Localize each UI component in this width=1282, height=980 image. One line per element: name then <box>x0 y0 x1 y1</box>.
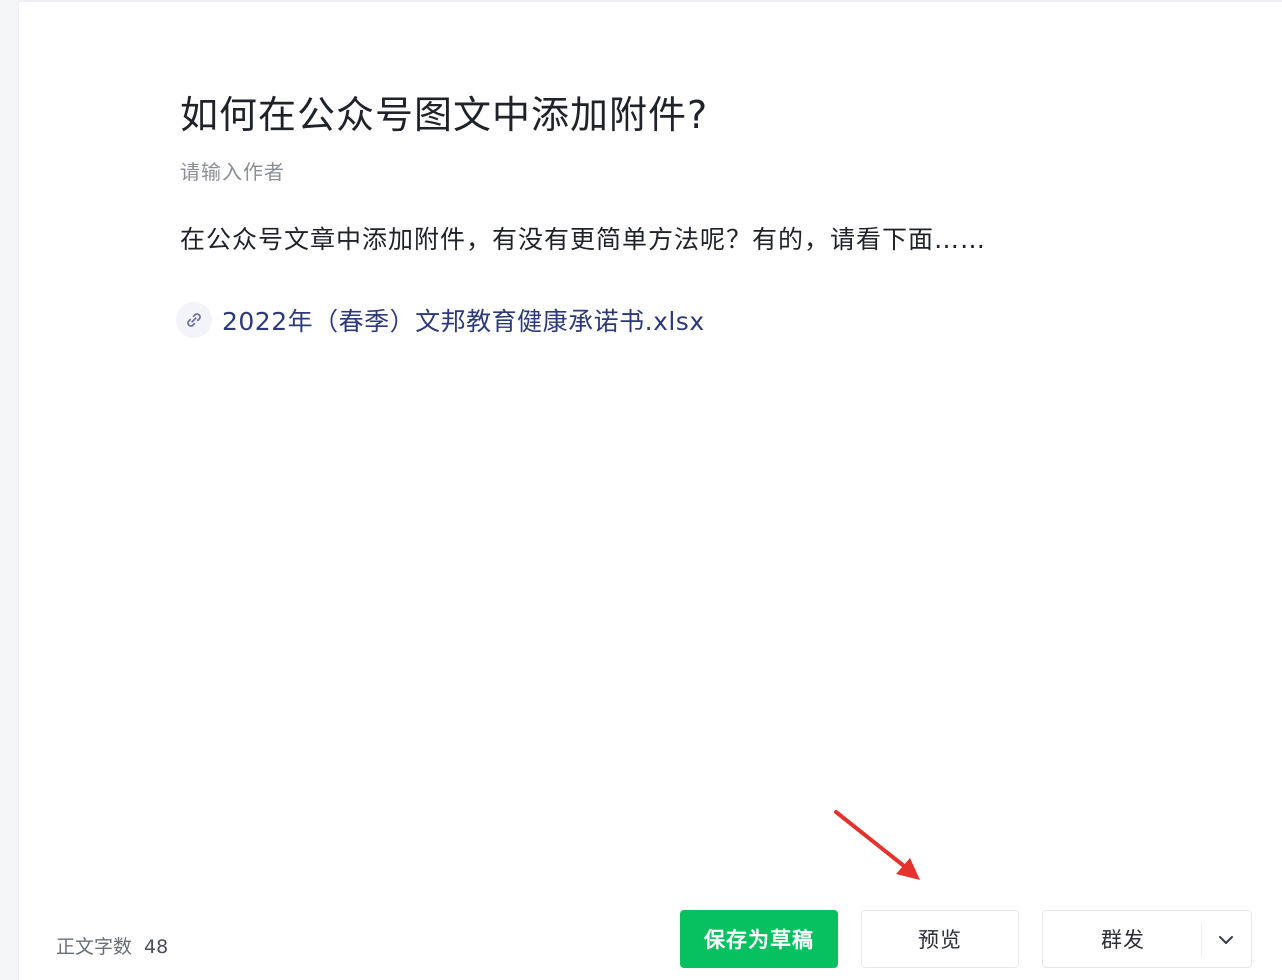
article-body[interactable]: 在公众号文章中添加附件，有没有更简单方法呢？有的，请看下面…… <box>180 220 986 256</box>
word-count-label: 正文字数 <box>56 936 133 958</box>
word-count-value: 48 <box>144 936 169 958</box>
editor-page: 如何在公众号图文中添加附件? 请输入作者 在公众号文章中添加附件，有没有更简单方… <box>0 0 1282 980</box>
preview-button[interactable]: 预览 <box>861 910 1019 968</box>
publish-button[interactable]: 群发 <box>1042 910 1252 968</box>
chevron-down-icon[interactable] <box>1215 929 1237 951</box>
link-icon <box>176 302 212 338</box>
save-draft-button[interactable]: 保存为草稿 <box>680 910 838 968</box>
top-edge <box>18 0 1282 2</box>
annotation-arrow <box>834 810 920 880</box>
attachment-link[interactable]: 2022年（春季）文邦教育健康承诺书.xlsx <box>176 302 705 338</box>
publish-button-label: 群发 <box>1101 928 1145 952</box>
author-input[interactable]: 请输入作者 <box>180 156 285 185</box>
word-count: 正文字数 48 <box>56 932 168 959</box>
article-title[interactable]: 如何在公众号图文中添加附件? <box>180 84 708 139</box>
left-sidebar-edge <box>0 0 19 980</box>
attachment-filename[interactable]: 2022年（春季）文邦教育健康承诺书.xlsx <box>222 302 705 338</box>
publish-divider <box>1201 923 1202 957</box>
